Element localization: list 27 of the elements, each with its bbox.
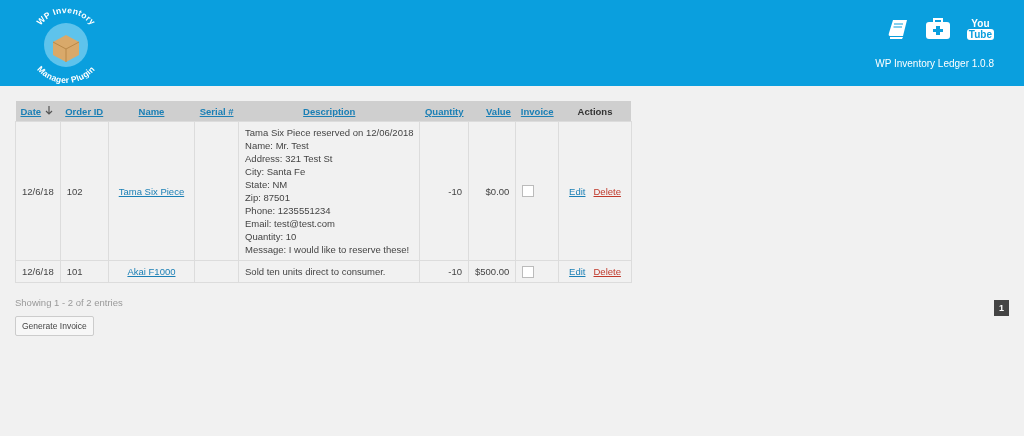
table-cell: $0.00 (485, 185, 510, 197)
table-cell: -10 (448, 185, 462, 197)
product-link[interactable]: Tama Six Piece (118, 185, 185, 197)
invoice-checkbox[interactable] (522, 265, 535, 278)
sort-arrow-icon[interactable] (45, 105, 54, 115)
edit-link[interactable]: Edit (569, 266, 586, 277)
table-cell: -10 (448, 266, 462, 277)
delete-link[interactable]: Delete (593, 266, 621, 277)
invoice-checkbox[interactable] (522, 185, 535, 198)
book-icon[interactable] (886, 17, 909, 40)
column-header-link[interactable]: Description (303, 105, 356, 117)
table-cell: $500.00 (475, 266, 510, 277)
column-header-link[interactable]: Name (138, 105, 165, 117)
generate-invoice-button[interactable]: Generate Invoice (15, 316, 94, 336)
entries-summary: Showing 1 - 2 of 2 entries (15, 297, 123, 308)
delete-link[interactable]: Delete (593, 185, 621, 197)
table-cell: 12/6/18 (22, 266, 54, 277)
description-text: Sold ten units direct to consumer. (245, 265, 387, 278)
table-cell: 101 (66, 266, 83, 277)
page-button[interactable]: 1 (994, 300, 1009, 316)
table-cell: 12/6/18 (22, 185, 54, 197)
version-label: WP Inventory Ledger 1.0.8 (875, 57, 994, 69)
first-aid-kit-icon[interactable] (924, 17, 951, 40)
description-text: Tama Six Piece reserved on 12/06/2018 Name: Mr. Test Address: 321 Test St City: Santa Fe State: NM Zip: 87501 Phone: 1235551234 Email: test@test.com Quantity: 10 Message: I would like to reserve these! (245, 126, 414, 256)
column-header: Actions (577, 105, 613, 117)
table-cell: 102 (66, 185, 83, 197)
edit-link[interactable]: Edit (569, 185, 586, 197)
